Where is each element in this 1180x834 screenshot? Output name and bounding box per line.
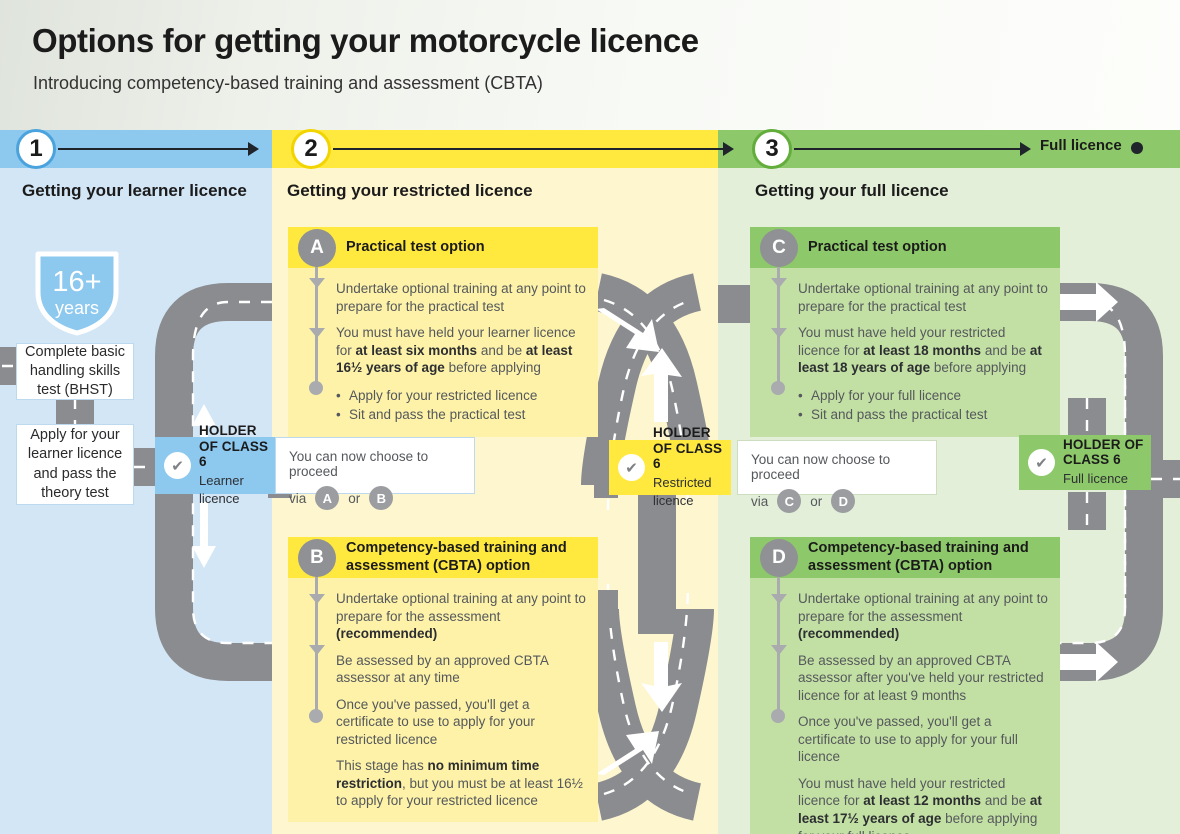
step-learner-apply: Apply for your learner licence and pass …: [16, 424, 134, 505]
option-a-connector-arrow-1: [309, 278, 325, 288]
full-licence-label: Full licence: [1040, 137, 1122, 154]
option-b-title: Competency-based training and assessment…: [346, 540, 567, 574]
option-a-connector-dot: [309, 381, 323, 395]
holder-tick-icon-1: ✔: [164, 452, 191, 479]
road-stub-green-top: [718, 285, 752, 323]
option-b-connector-arrow-2: [309, 645, 325, 655]
stage1-heading: Getting your learner licence: [22, 181, 247, 200]
holder-tick-icon-2: ✔: [618, 454, 645, 481]
road-stub-full-holder: [1151, 460, 1180, 498]
option-a-connector-arrow-2: [309, 328, 325, 338]
option-d-para-2: Once you've passed, you'll get a certifi…: [798, 714, 1018, 765]
stage1-arrow-line: [58, 148, 248, 150]
full-licence-dot-icon: [1131, 142, 1143, 154]
option-a-letter-badge: A: [298, 229, 336, 267]
holder-title-3: HOLDER OF CLASS 6: [1063, 436, 1144, 468]
stage3-heading: Getting your full licence: [755, 181, 949, 200]
option-card-b: Competency-based training and assessment…: [288, 537, 598, 823]
option-d-para-0: Undertake optional training at any point…: [798, 591, 1048, 642]
option-d-connector-arrow-2: [771, 645, 787, 655]
stage-number-2: 2: [291, 129, 331, 169]
option-d-para-3: You must have held your restricted licen…: [798, 775, 1042, 834]
stage1-arrow-head: [248, 142, 259, 156]
option-b-connector-dot: [309, 709, 323, 723]
option-c-title: Practical test option: [808, 238, 947, 255]
stage-number-1: 1: [16, 129, 56, 169]
choose-2-option-c[interactable]: C: [777, 489, 802, 513]
option-b-connector-arrow-1: [309, 594, 325, 604]
holder-subtitle-3: Full licence: [1063, 470, 1129, 486]
option-a-body: Undertake optional training at any point…: [288, 268, 598, 437]
option-card-c: Practical test option Undertake optional…: [750, 227, 1060, 437]
choose-2-or: or: [810, 493, 823, 509]
option-card-a: Practical test option Undertake optional…: [288, 227, 598, 437]
option-c-connector-arrow-1: [771, 278, 787, 288]
choose-1-option-a[interactable]: A: [315, 486, 340, 510]
option-d-connector-arrow-1: [771, 594, 787, 604]
option-b-letter-badge: B: [298, 539, 336, 577]
background-top-gradient: [0, 0, 1180, 130]
option-b-para-2: Once you've passed, you'll get a certifi…: [336, 696, 535, 747]
option-a-para-0: Undertake optional training at any point…: [336, 281, 586, 314]
holder-title-2: HOLDER OF CLASS 6: [653, 425, 723, 472]
step-bhst-label: Complete basic handling skills test (BHS…: [25, 343, 125, 399]
road-arrow-left-down: [192, 502, 216, 568]
page-title: Options for getting your motorcycle lice…: [32, 22, 699, 59]
stage2-heading: Getting your restricted licence: [287, 181, 533, 200]
option-c-letter-badge: C: [760, 229, 798, 267]
option-b-para-1: Be assessed by an approved CBTA assessor…: [336, 652, 549, 686]
list-item: Apply for your restricted licence: [336, 386, 588, 406]
choose-2-via: via: [751, 493, 769, 509]
stage2-arrow-line: [333, 148, 723, 150]
stage2-arrow-head: [723, 142, 734, 156]
choose-box-stage2: You can now choose to proceed via A or B: [275, 437, 475, 510]
holder-badge-full: ✔ HOLDER OF CLASS 6 Full licence: [1019, 435, 1151, 490]
option-b-para-3: This stage has no minimum time restricti…: [336, 758, 583, 809]
stage-number-3: 3: [752, 129, 792, 169]
step-learner-apply-label: Apply for your learner licence and pass …: [27, 427, 123, 501]
option-a-title: Practical test option: [346, 238, 485, 255]
option-d-letter-badge: D: [760, 539, 798, 577]
age-shield-value: 16+: [52, 266, 101, 298]
list-item: Apply for your full licence: [798, 386, 1050, 406]
infographic-root: Options for getting your motorcycle lice…: [0, 0, 1180, 834]
option-b-para-0: Undertake optional training at any point…: [336, 591, 586, 642]
stage3-arrow-line: [794, 148, 1020, 150]
choose-2-text: You can now choose to proceed: [751, 452, 891, 482]
choose-1-via: via: [289, 490, 307, 506]
option-d-para-1: Be assessed by an approved CBTA assessor…: [798, 652, 1044, 703]
step-bhst: Complete basic handling skills test (BHS…: [16, 343, 134, 400]
choose-box-stage3: You can now choose to proceed via C or D: [737, 440, 937, 513]
holder-subtitle-2: Restricted licence: [653, 474, 712, 508]
option-b-body: Undertake optional training at any point…: [288, 578, 598, 823]
stage3-arrow-head: [1020, 142, 1031, 156]
option-d-connector-dot: [771, 709, 785, 723]
option-card-d: Competency-based training and assessment…: [750, 537, 1060, 834]
option-c-connector-arrow-2: [771, 328, 787, 338]
option-a-para-1: You must have held your learner licence …: [336, 325, 576, 376]
page-subtitle: Introducing competency-based training an…: [33, 73, 543, 93]
option-d-body: Undertake optional training at any point…: [750, 578, 1060, 834]
age-shield-unit: years: [55, 298, 99, 318]
choose-1-or: or: [348, 490, 361, 506]
option-c-para-1: You must have held your restricted licen…: [798, 325, 1042, 376]
option-c-connector-dot: [771, 381, 785, 395]
choose-1-option-b[interactable]: B: [369, 486, 394, 510]
option-c-bullets: Apply for your full licenceSit and pass …: [798, 386, 1050, 425]
list-item: Sit and pass the practical test: [336, 405, 588, 425]
choose-2-option-d[interactable]: D: [831, 489, 856, 513]
holder-badge-restricted: ✔ HOLDER OF CLASS 6 Restricted licence: [609, 425, 731, 508]
holder-badge-learner: ✔ HOLDER OF CLASS 6 Learner licence: [155, 423, 275, 506]
list-item: Sit and pass the practical test: [798, 405, 1050, 425]
option-c-body: Undertake optional training at any point…: [750, 268, 1060, 437]
option-d-title: Competency-based training and assessment…: [808, 540, 1029, 574]
option-c-para-0: Undertake optional training at any point…: [798, 281, 1048, 314]
holder-subtitle-1: Learner licence: [199, 472, 244, 506]
option-a-bullets: Apply for your restricted licenceSit and…: [336, 386, 588, 425]
holder-title-1: HOLDER OF CLASS 6: [199, 423, 269, 470]
holder-tick-icon-3: ✔: [1028, 449, 1055, 476]
age-shield-icon: 16+ years: [32, 248, 122, 336]
choose-1-text: You can now choose to proceed: [289, 449, 429, 479]
